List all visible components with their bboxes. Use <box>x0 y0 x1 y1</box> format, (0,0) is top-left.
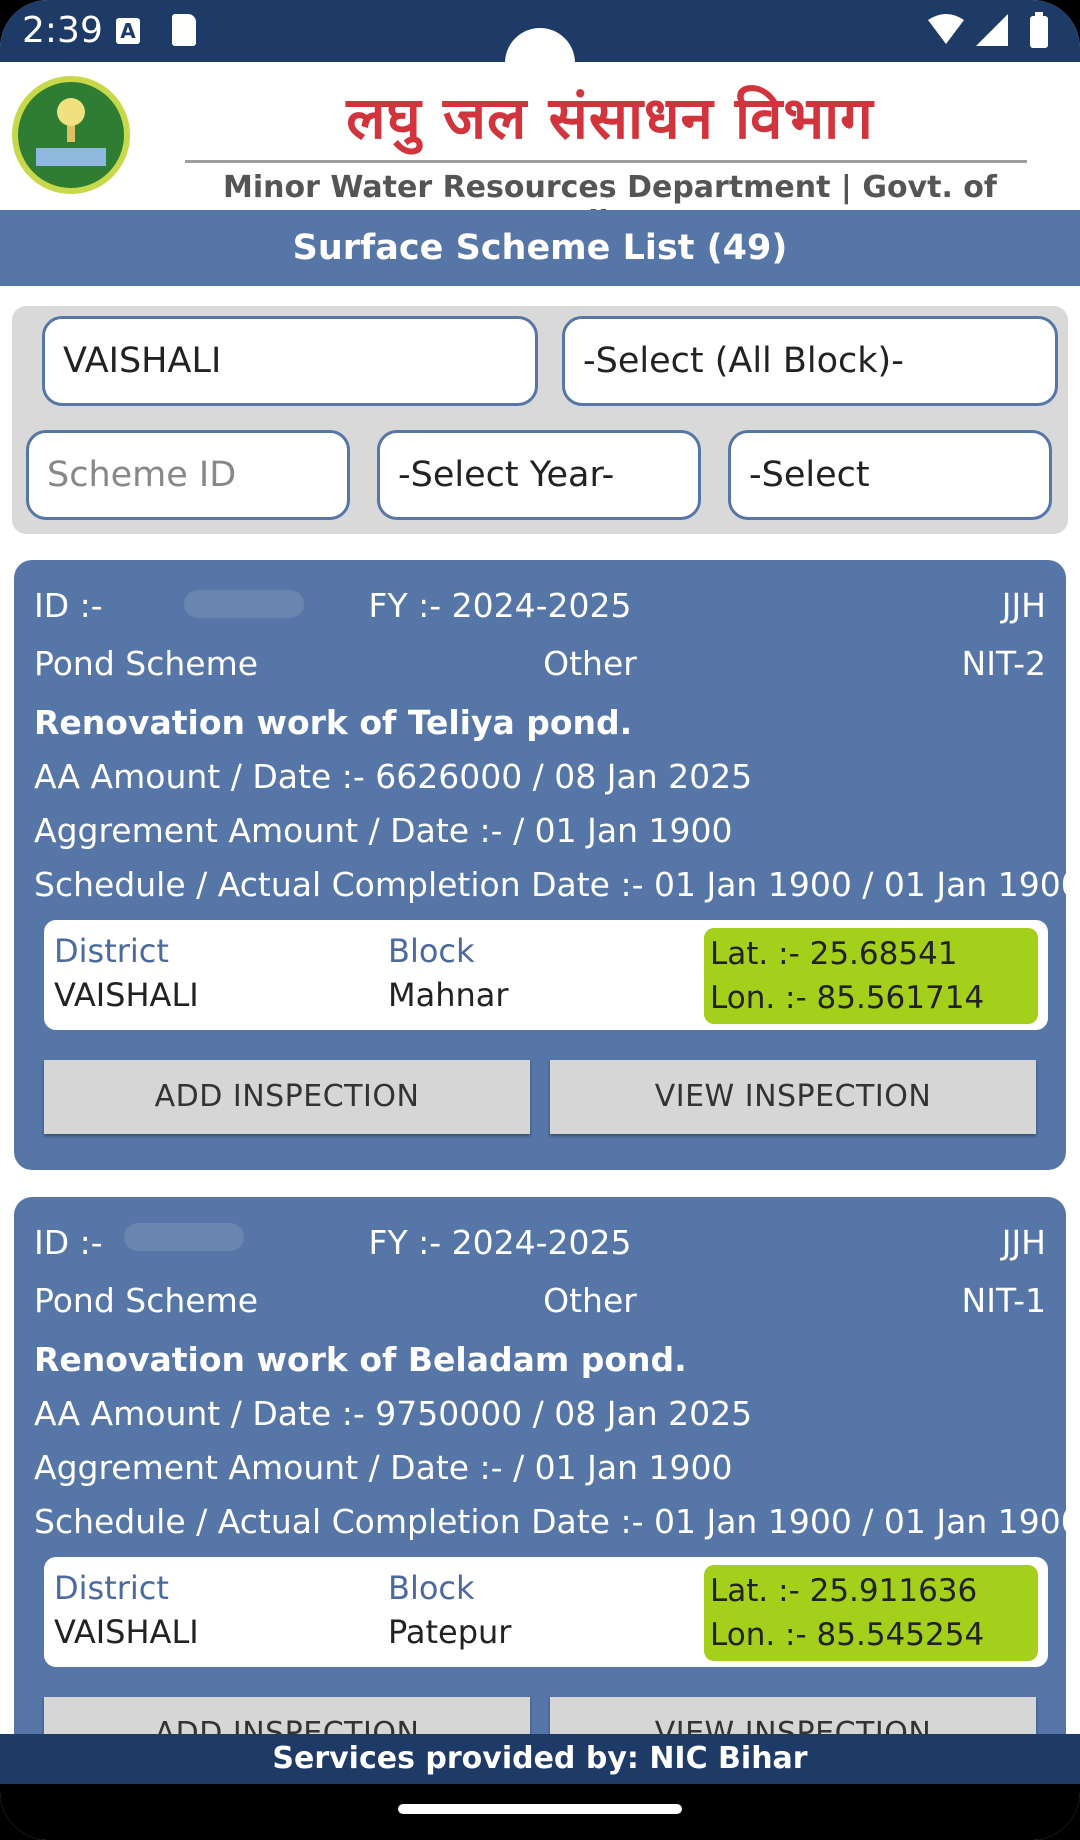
signal-icon <box>976 14 1008 46</box>
financial-year: FY :- 2024-2025 <box>368 586 632 625</box>
app-header: लघु जल संसाधन विभाग Minor Water Resource… <box>0 62 1080 240</box>
scheme-card: ID :- FY :- 2024-2025 JJH Pond Scheme Ot… <box>14 560 1080 1170</box>
block-value: Patepur <box>388 1613 512 1651</box>
scheme-code: JJH <box>1001 1223 1046 1262</box>
district-value: VAISHALI <box>54 1613 199 1651</box>
scheme-name: Renovation work of Beladam pond. <box>34 1340 687 1379</box>
notification-a-icon: A <box>116 18 140 44</box>
status-right-icons <box>928 12 1048 48</box>
home-gesture-handle[interactable] <box>398 1804 682 1814</box>
sd-card-icon <box>172 14 196 46</box>
year-select[interactable]: -Select Year- <box>377 430 701 520</box>
header-divider <box>185 160 1027 163</box>
view-inspection-button[interactable]: VIEW INSPECTION <box>550 1060 1036 1134</box>
block-label: Block <box>388 1569 475 1607</box>
block-value: Mahnar <box>388 976 509 1014</box>
coordinates-badge: Lat. :- 25.68541 Lon. :- 85.561714 <box>704 928 1038 1024</box>
agreement-amount-date: Aggrement Amount / Date :- / 01 Jan 1900 <box>34 1448 733 1487</box>
filter-panel: VAISHALI -Select (All Block)- Scheme ID … <box>12 306 1068 534</box>
wifi-icon <box>928 14 964 44</box>
completion-dates: Schedule / Actual Completion Date :- 01 … <box>34 865 1080 904</box>
department-title-hindi: लघु जल संसाधन विभाग <box>346 84 874 152</box>
latitude: Lat. :- 25.68541 <box>710 936 958 972</box>
district-label: District <box>54 1569 169 1607</box>
page-title: Surface Scheme List (49) <box>0 210 1080 286</box>
coordinates-badge: Lat. :- 25.911636 Lon. :- 85.545254 <box>704 1565 1038 1661</box>
type-select[interactable]: -Select <box>728 430 1052 520</box>
agreement-amount-date: Aggrement Amount / Date :- / 01 Jan 1900 <box>34 811 733 850</box>
aa-amount-date: AA Amount / Date :- 9750000 / 08 Jan 202… <box>34 1394 753 1433</box>
district-value: VAISHALI <box>54 976 199 1014</box>
longitude: Lon. :- 85.545254 <box>710 1617 985 1653</box>
scheme-category: Other <box>543 1281 637 1320</box>
financial-year: FY :- 2024-2025 <box>368 1223 632 1262</box>
district-label: District <box>54 932 169 970</box>
completion-dates: Schedule / Actual Completion Date :- 01 … <box>34 1502 1080 1541</box>
scheme-code: JJH <box>1001 586 1046 625</box>
nit-number: NIT-1 <box>961 1281 1046 1320</box>
scheme-card: ID :- FY :- 2024-2025 JJH Pond Scheme Ot… <box>14 1197 1080 1771</box>
department-logo <box>12 76 130 194</box>
battery-icon <box>1030 16 1048 48</box>
nit-number: NIT-2 <box>961 644 1046 683</box>
add-inspection-button[interactable]: ADD INSPECTION <box>44 1060 530 1134</box>
block-label: Block <box>388 932 475 970</box>
status-time: 2:39 <box>22 10 103 51</box>
aa-amount-date: AA Amount / Date :- 6626000 / 08 Jan 202… <box>34 757 753 796</box>
app-screen: 2:39 A लघु जल संसाधन विभाग Minor Water R… <box>0 0 1080 1840</box>
longitude: Lon. :- 85.561714 <box>710 980 985 1016</box>
footer-credit: Services provided by: NIC Bihar <box>0 1734 1080 1784</box>
block-select[interactable]: -Select (All Block)- <box>562 316 1058 406</box>
logo-tree-icon <box>36 98 106 166</box>
latitude: Lat. :- 25.911636 <box>710 1573 978 1609</box>
location-panel: District VAISHALI Block Mahnar Lat. :- 2… <box>44 920 1048 1030</box>
scheme-category: Other <box>543 644 637 683</box>
district-select[interactable]: VAISHALI <box>42 316 538 406</box>
location-panel: District VAISHALI Block Patepur Lat. :- … <box>44 1557 1048 1667</box>
scheme-name: Renovation work of Teliya pond. <box>34 703 633 742</box>
scheme-id-input[interactable]: Scheme ID <box>26 430 350 520</box>
